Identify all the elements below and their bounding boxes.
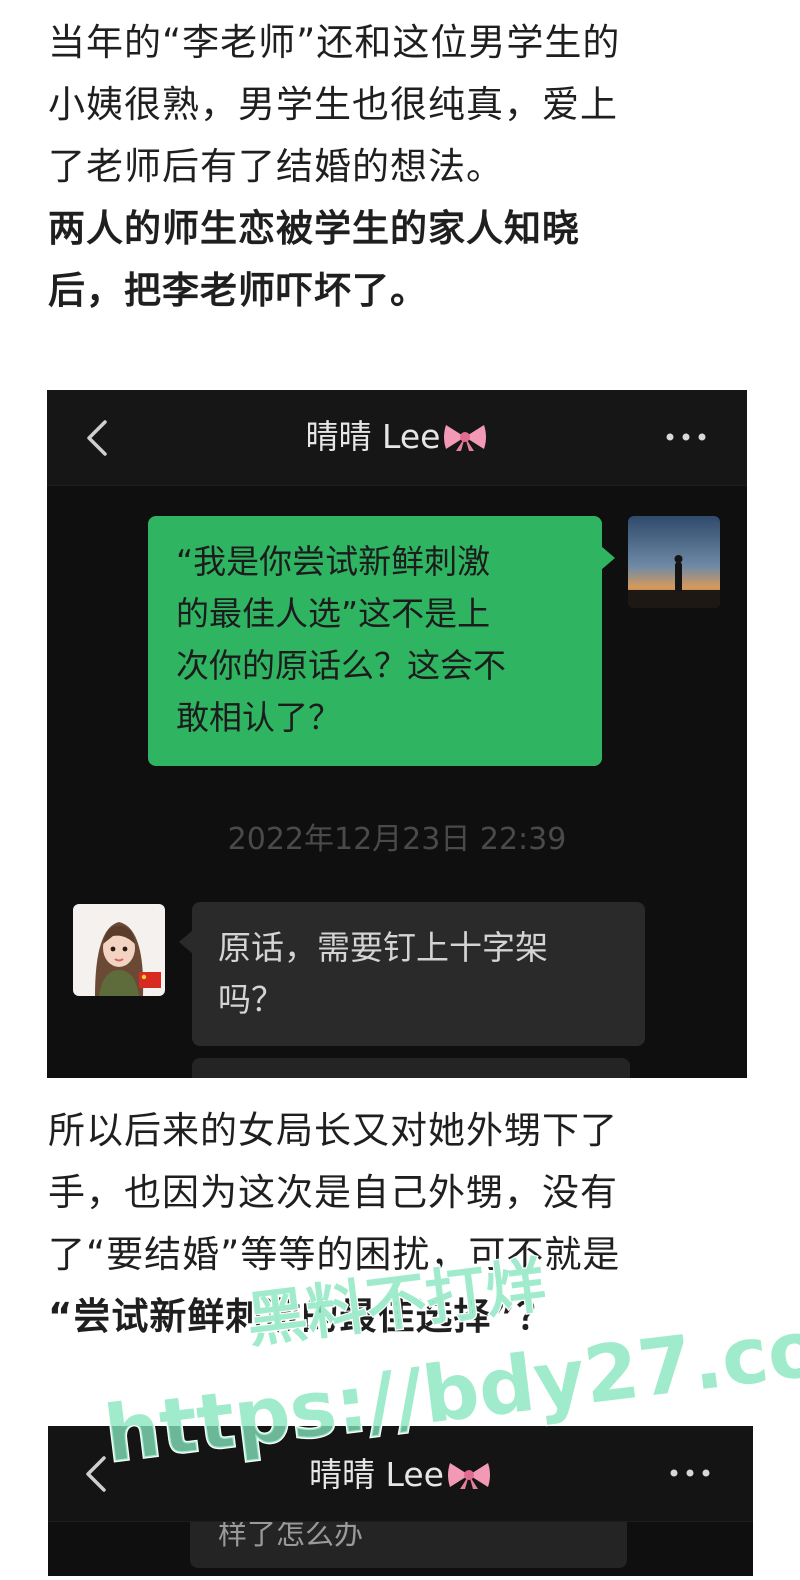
partial-message-bubble: 样了怎么办 (190, 1522, 627, 1568)
chat-title: 晴晴 Lee (47, 412, 747, 462)
chat-title: 晴晴 Lee (48, 1450, 753, 1500)
article-line: 了老师后有了结婚的想法。 (48, 145, 504, 188)
my-avatar[interactable] (628, 516, 720, 608)
chat-screenshot-1: 晴晴 Lee “我是你尝试新鲜刺激 的最佳人选”这不是上 次你的原话么？这会不 … (47, 390, 747, 1078)
partial-message-text: 样了怎么办 (218, 1522, 364, 1551)
chat-title-text: 晴晴 Lee (305, 417, 441, 456)
chat-title-text: 晴晴 Lee (309, 1455, 444, 1494)
more-dots-icon[interactable] (667, 1458, 713, 1488)
message-line: “我是你尝试新鲜刺激 (176, 542, 491, 581)
article-line: 了“要结婚”等等的困扰，可不就是 (48, 1233, 621, 1276)
chat-screenshot-2: 晴晴 Lee 样了怎么办 (48, 1426, 753, 1576)
ribbon-bow-icon (442, 416, 488, 451)
ribbon-bow-icon (446, 1454, 492, 1489)
article-line: 所以后来的女局长又对她外甥下了 (48, 1109, 618, 1152)
outgoing-message-bubble[interactable]: “我是你尝试新鲜刺激 的最佳人选”这不是上 次你的原话么？这会不 敢相认了？ (148, 516, 615, 766)
contact-avatar[interactable] (73, 904, 165, 996)
message-line: 敢相认了？ (176, 698, 341, 737)
incoming-message-bubble[interactable]: 原话，需要钉上十字架 吗？ (179, 902, 645, 1046)
article-bold-line: 后，把李老师吓坏了。 (48, 269, 428, 312)
message-line: 次你的原话么？这会不 (176, 646, 506, 685)
article-bold-line: 两人的师生恋被学生的家人知晓 (48, 207, 580, 250)
partial-message-bubble (192, 1058, 630, 1078)
chat-header: 晴晴 Lee (47, 390, 747, 486)
more-dots-icon[interactable] (663, 422, 709, 452)
article-paragraph-1: 当年的“李老师”还和这位男学生的 小姨很熟，男学生也很纯真，爱上 了老师后有了结… (48, 12, 760, 322)
article-line: 当年的“李老师”还和这位男学生的 (48, 21, 621, 64)
article-bold-line: “尝试新鲜刺激的最佳选择”？ (48, 1295, 555, 1338)
message-timestamp: 2022年12月23日 22:39 (227, 822, 567, 857)
message-line: 吗？ (218, 980, 284, 1019)
message-line: 的最佳人选”这不是上 (176, 594, 491, 633)
article-line: 小姨很熟，男学生也很纯真，爱上 (48, 83, 618, 126)
message-line: 原话，需要钉上十字架 (218, 928, 548, 967)
article-line: 手，也因为这次是自己外甥，没有 (48, 1171, 618, 1214)
chat-header: 晴晴 Lee (48, 1426, 753, 1522)
article-paragraph-2: 所以后来的女局长又对她外甥下了 手，也因为这次是自己外甥，没有 了“要结婚”等等… (48, 1100, 760, 1348)
